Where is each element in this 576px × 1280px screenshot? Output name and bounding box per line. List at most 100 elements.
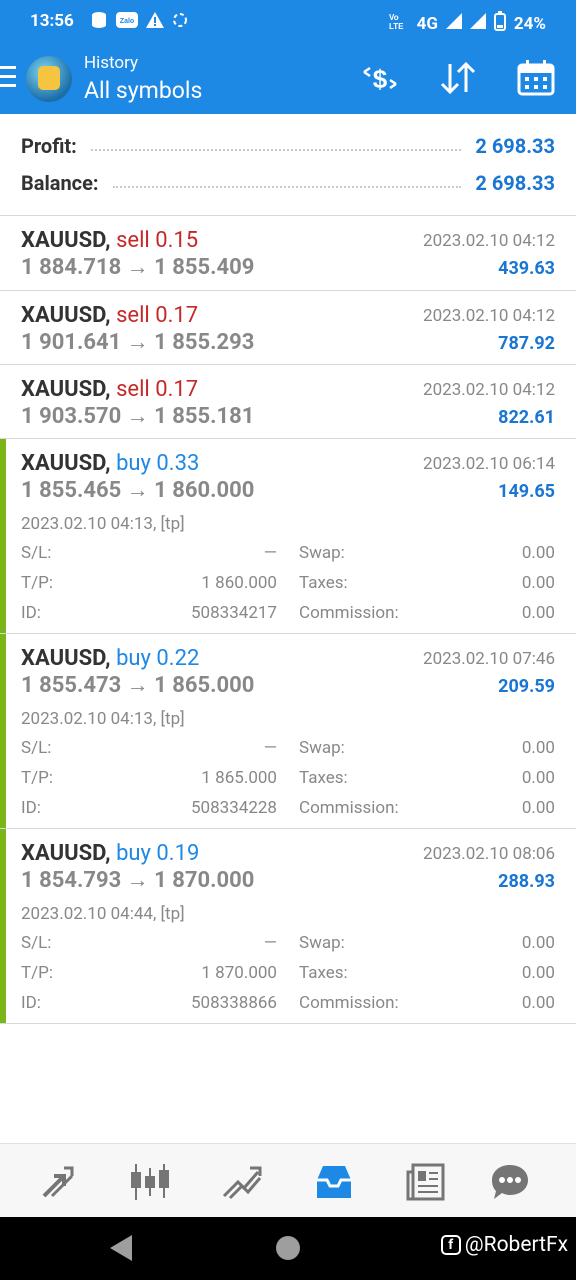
trade-action: sell 0.17 [116,303,199,328]
symbol-text: XAUUSD, [21,451,111,476]
app-logo [26,56,72,102]
swap-label: Swap: [299,543,345,563]
bottom-nav [0,1143,576,1217]
trade-profit: 822.61 [498,407,555,428]
id-value: 508338866 [191,993,277,1013]
system-nav-bar: f @RobertFx [0,1217,576,1280]
swap-value: 0.00 [521,543,555,563]
home-icon[interactable] [276,1236,300,1260]
trade-profit: 288.93 [498,871,555,892]
back-icon[interactable] [110,1235,132,1261]
volte-icon: Vo LTE [389,12,409,35]
sl-label: S/L: [21,738,52,758]
header-title[interactable]: All symbols [84,77,202,104]
trade-close-time: 2023.02.10 08:06 [423,844,555,864]
status-right: Vo LTE 4G 24% [389,11,546,36]
trade-close-time: 2023.02.10 06:14 [423,454,555,474]
trade-profit: 787.92 [498,333,555,354]
zalo-icon: Zalo [116,12,138,32]
currency-filter-icon[interactable]: $ [360,60,400,96]
trade-item-expanded[interactable]: XAUUSD, buy 0.22 2023.02.10 07:46 1 855.… [0,634,576,829]
svg-text:$: $ [373,64,388,94]
status-bar: 13:56 Zalo Vo LTE 4G 24% [0,0,576,44]
detail-row-tp: T/P: 1 860.000 Taxes: 0.00 [21,573,555,597]
trade-prices: 1 903.570 → 1 855.181 [21,404,255,429]
detail-row-sl: S/L: — Swap: 0.00 [21,933,555,957]
trade-prices: 1 855.473 → 1 865.000 [21,673,255,698]
trade-profit: 209.59 [498,676,555,697]
tp-value: 1 870.000 [201,963,277,983]
profit-value: 2 698.33 [475,134,555,158]
trade-open-info: 2023.02.10 04:44, [tp] [21,904,185,924]
detail-row-id: ID: 508338866 Commission: 0.00 [21,993,555,1017]
signal-icon [445,13,462,34]
trade-symbol: XAUUSD, sell 0.17 [21,303,198,328]
sl-value: — [263,933,277,953]
calendar-icon[interactable] [516,60,556,96]
detail-row-tp: T/P: 1 865.000 Taxes: 0.00 [21,768,555,792]
commission-label: Commission: [299,798,399,818]
trade-symbol: XAUUSD, buy 0.22 [21,646,199,671]
sl-value: — [263,738,277,758]
history-icon[interactable] [312,1160,356,1204]
svg-text:Vo: Vo [389,13,399,22]
tp-label: T/P: [21,963,53,983]
id-label: ID: [21,603,41,623]
svg-text:Zalo: Zalo [120,18,134,25]
commission-value: 0.00 [521,798,555,818]
chat-icon[interactable] [488,1160,532,1204]
trade-close-time: 2023.02.10 04:12 [423,231,555,251]
trade-prices: 1 901.641 → 1 855.293 [21,330,255,355]
trade-item[interactable]: XAUUSD, sell 0.17 2023.02.10 04:12 1 903… [0,365,576,439]
sync-icon [172,12,188,32]
notification-icons: Zalo [90,11,188,33]
trade-prices: 1 884.718 → 1 855.409 [21,255,255,280]
trade-profit: 149.65 [498,481,555,502]
trade-item[interactable]: XAUUSD, sell 0.17 2023.02.10 04:12 1 901… [0,291,576,365]
commission-value: 0.00 [521,603,555,623]
watermark-text: @RobertFx [464,1233,568,1257]
trade-action: buy 0.22 [116,646,200,671]
chart-icon[interactable] [128,1160,172,1204]
battery-percent: 24% [513,13,546,34]
app-bar: History All symbols $ [0,44,576,114]
trade-item-expanded[interactable]: XAUUSD, buy 0.19 2023.02.10 08:06 1 854.… [0,829,576,1024]
dotted-leader [90,149,462,151]
swap-label: Swap: [299,933,345,953]
balance-value: 2 698.33 [475,171,555,195]
symbol-text: XAUUSD, [21,377,111,402]
quotes-icon[interactable] [36,1160,80,1204]
sort-icon[interactable] [438,60,478,96]
taxes-value: 0.00 [521,573,555,593]
symbol-text: XAUUSD, [21,303,111,328]
expanded-indicator [0,634,6,828]
trade-symbol: XAUUSD, sell 0.15 [21,228,198,253]
profit-label: Profit: [21,134,77,158]
tp-value: 1 865.000 [201,768,277,788]
dotted-leader [112,186,462,188]
top-bar: 13:56 Zalo Vo LTE 4G 24% History All sym… [0,0,576,114]
swap-value: 0.00 [521,933,555,953]
commission-value: 0.00 [521,993,555,1013]
trade-item-expanded[interactable]: XAUUSD, buy 0.33 2023.02.10 06:14 1 855.… [0,439,576,634]
detail-row-tp: T/P: 1 870.000 Taxes: 0.00 [21,963,555,987]
svg-text:LTE: LTE [389,22,404,30]
expanded-indicator [0,439,6,633]
trade-open-info: 2023.02.10 04:13, [tp] [21,514,185,534]
signal-icon-2 [469,13,486,34]
trade-icon[interactable] [220,1160,264,1204]
trade-symbol: XAUUSD, buy 0.33 [21,451,199,476]
trade-action: sell 0.17 [116,377,199,402]
symbol-text: XAUUSD, [21,228,111,253]
trade-item[interactable]: XAUUSD, sell 0.15 2023.02.10 04:12 1 884… [0,216,576,291]
id-value: 508334217 [191,603,277,623]
tp-label: T/P: [21,573,53,593]
trade-close-time: 2023.02.10 04:12 [423,306,555,326]
detail-row-sl: S/L: — Swap: 0.00 [21,738,555,762]
news-icon[interactable] [404,1160,448,1204]
tp-value: 1 860.000 [201,573,277,593]
id-label: ID: [21,798,41,818]
sl-value: — [263,543,277,563]
warning-icon [146,12,164,32]
menu-icon[interactable] [0,66,16,88]
